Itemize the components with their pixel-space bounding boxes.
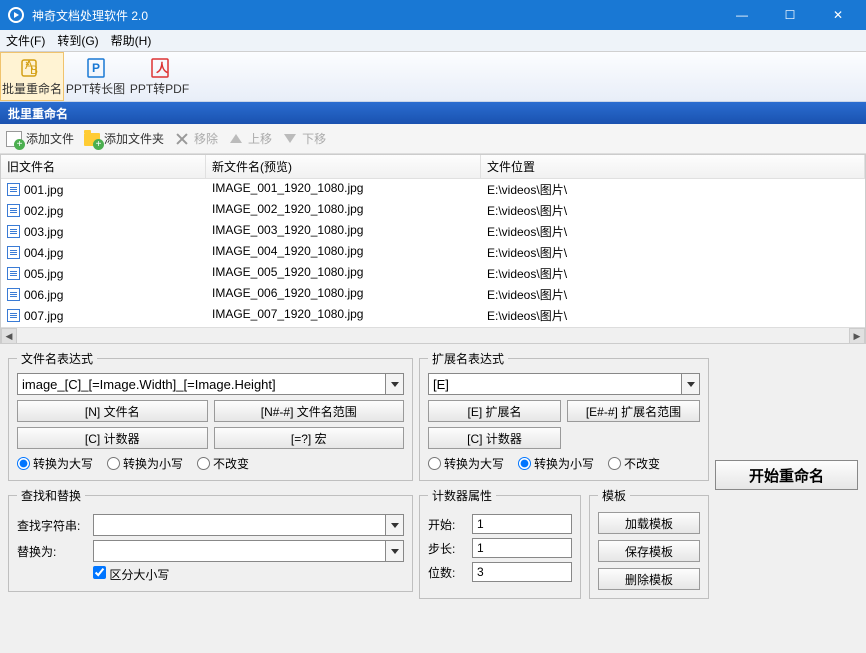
table-row[interactable]: 004.jpgIMAGE_004_1920_1080.jpgE:\videos\…: [1, 242, 865, 263]
svg-text:人: 人: [156, 60, 169, 75]
insert-c-button[interactable]: [C] 计数器: [17, 427, 208, 449]
insert-e-range-button[interactable]: [E#-#] 扩展名范围: [567, 400, 700, 422]
svg-text:P: P: [92, 61, 100, 75]
col-old-name[interactable]: 旧文件名: [1, 155, 206, 178]
tool-ppt-pdf[interactable]: 人 PPT转PDF: [128, 52, 192, 101]
filename-case-none[interactable]: 不改变: [197, 455, 249, 472]
file-icon: [7, 183, 20, 196]
table-row[interactable]: 002.jpgIMAGE_002_1920_1080.jpgE:\videos\…: [1, 200, 865, 221]
replace-label: 替换为:: [17, 543, 87, 560]
remove-button[interactable]: 移除: [174, 130, 218, 147]
extension-case-radios: 转换为大写 转换为小写 不改变: [428, 455, 700, 472]
counter-step-label: 步长:: [428, 540, 466, 557]
menubar: 文件(F) 转到(G) 帮助(H): [0, 30, 866, 52]
move-up-button[interactable]: 上移: [228, 130, 272, 147]
horizontal-scrollbar[interactable]: ◀ ▶: [1, 327, 865, 343]
counter-group: 计数器属性 开始: 步长: 位数:: [419, 487, 581, 599]
arrow-up-icon: [228, 131, 244, 147]
counter-digits-input[interactable]: [472, 562, 572, 582]
delete-template-button[interactable]: 删除模板: [598, 568, 700, 590]
table-row[interactable]: 005.jpgIMAGE_005_1920_1080.jpgE:\videos\…: [1, 263, 865, 284]
table-row[interactable]: 003.jpgIMAGE_003_1920_1080.jpgE:\videos\…: [1, 221, 865, 242]
load-template-button[interactable]: 加载模板: [598, 512, 700, 534]
find-label: 查找字符串:: [17, 517, 87, 534]
filename-expression-input[interactable]: [17, 373, 386, 395]
filename-case-lower[interactable]: 转换为小写: [107, 455, 183, 472]
menu-goto[interactable]: 转到(G): [57, 32, 98, 49]
ppt-pdf-icon: 人: [148, 56, 172, 80]
app-icon: [8, 7, 24, 23]
replace-input[interactable]: [93, 540, 386, 562]
start-rename-button[interactable]: 开始重命名: [715, 460, 858, 490]
filename-case-upper[interactable]: 转换为大写: [17, 455, 93, 472]
counter-start-input[interactable]: [472, 514, 572, 534]
add-folder-icon: [84, 131, 100, 147]
file-icon: [7, 267, 20, 280]
close-button[interactable]: ✕: [826, 8, 850, 22]
rename-icon: AB: [20, 56, 44, 80]
insert-e-button[interactable]: [E] 扩展名: [428, 400, 561, 422]
svg-text:B: B: [30, 63, 38, 77]
file-table: 旧文件名 新文件名(预览) 文件位置 001.jpgIMAGE_001_1920…: [0, 154, 866, 344]
filename-expression-group: 文件名表达式 [N] 文件名 [N#-#] 文件名范围 [C] 计数器 [=?]…: [8, 350, 413, 481]
col-new-name[interactable]: 新文件名(预览): [206, 155, 481, 178]
maximize-button[interactable]: ☐: [778, 8, 802, 22]
file-icon: [7, 246, 20, 259]
case-sensitive-checkbox[interactable]: 区分大小写: [93, 566, 169, 583]
col-location[interactable]: 文件位置: [481, 155, 865, 178]
counter-start-label: 开始:: [428, 516, 466, 533]
extension-expression-input[interactable]: [428, 373, 682, 395]
minimize-button[interactable]: —: [730, 8, 754, 22]
ext-case-lower[interactable]: 转换为小写: [518, 455, 594, 472]
table-row[interactable]: 001.jpgIMAGE_001_1920_1080.jpgE:\videos\…: [1, 179, 865, 200]
replace-dropdown[interactable]: [386, 540, 404, 562]
tool-ppt-long-image[interactable]: P PPT转长图: [64, 52, 128, 101]
add-file-button[interactable]: 添加文件: [6, 130, 74, 147]
main-toolbar: AB 批量重命名 P PPT转长图 人 PPT转PDF: [0, 52, 866, 102]
scroll-left-icon[interactable]: ◀: [1, 328, 17, 344]
find-dropdown[interactable]: [386, 514, 404, 536]
extension-expression-group: 扩展名表达式 [E] 扩展名 [E#-#] 扩展名范围 [C] 计数器 转换为大…: [419, 350, 709, 481]
file-icon: [7, 309, 20, 322]
find-input[interactable]: [93, 514, 386, 536]
titlebar: 神奇文档处理软件 2.0 — ☐ ✕: [0, 0, 866, 30]
insert-ext-c-button[interactable]: [C] 计数器: [428, 427, 561, 449]
section-header: 批里重命名: [0, 102, 866, 124]
template-group: 模板 加载模板 保存模板 删除模板: [589, 487, 709, 599]
extension-expression-dropdown[interactable]: [682, 373, 700, 395]
filename-expression-dropdown[interactable]: [386, 373, 404, 395]
filename-case-radios: 转换为大写 转换为小写 不改变: [17, 455, 404, 472]
add-folder-button[interactable]: 添加文件夹: [84, 130, 164, 147]
menu-file[interactable]: 文件(F): [6, 32, 45, 49]
menu-help[interactable]: 帮助(H): [111, 32, 152, 49]
table-row[interactable]: 006.jpgIMAGE_006_1920_1080.jpgE:\videos\…: [1, 284, 865, 305]
file-icon: [7, 204, 20, 217]
ext-case-upper[interactable]: 转换为大写: [428, 455, 504, 472]
table-row[interactable]: 007.jpgIMAGE_007_1920_1080.jpgE:\videos\…: [1, 305, 865, 326]
tool-batch-rename[interactable]: AB 批量重命名: [0, 52, 64, 101]
ext-case-none[interactable]: 不改变: [608, 455, 660, 472]
ppt-long-icon: P: [84, 56, 108, 80]
insert-macro-button[interactable]: [=?] 宏: [214, 427, 405, 449]
window-title: 神奇文档处理软件 2.0: [32, 7, 730, 24]
file-icon: [7, 288, 20, 301]
action-bar: 添加文件 添加文件夹 移除 上移 下移: [0, 124, 866, 154]
remove-icon: [174, 131, 190, 147]
file-icon: [7, 225, 20, 238]
add-file-icon: [6, 131, 22, 147]
arrow-down-icon: [282, 131, 298, 147]
insert-n-range-button[interactable]: [N#-#] 文件名范围: [214, 400, 405, 422]
counter-digits-label: 位数:: [428, 564, 466, 581]
move-down-button[interactable]: 下移: [282, 130, 326, 147]
insert-n-button[interactable]: [N] 文件名: [17, 400, 208, 422]
scroll-right-icon[interactable]: ▶: [849, 328, 865, 344]
save-template-button[interactable]: 保存模板: [598, 540, 700, 562]
counter-step-input[interactable]: [472, 538, 572, 558]
search-replace-group: 查找和替换 查找字符串: 替换为: 区分大小写: [8, 487, 413, 592]
